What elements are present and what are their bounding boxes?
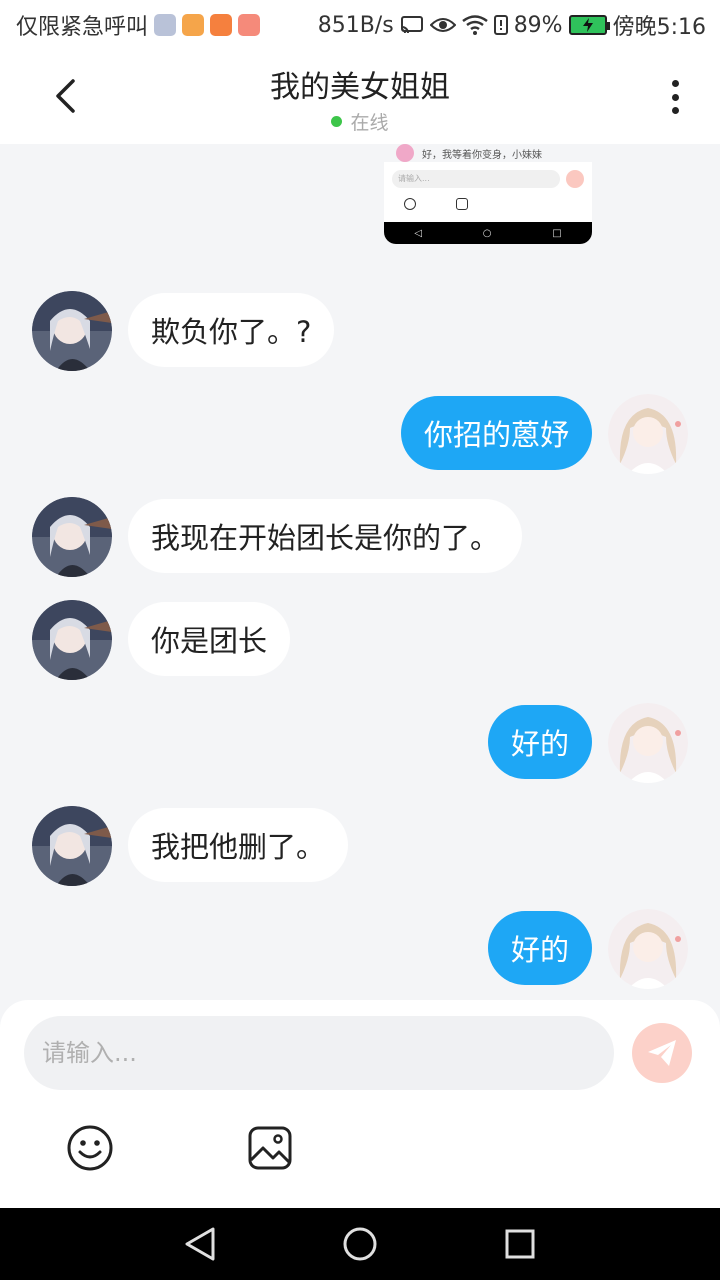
thumb-nav-bar: ◁ ○ □: [384, 222, 592, 244]
circle-home-icon: [343, 1227, 377, 1261]
contact-avatar[interactable]: [32, 806, 112, 886]
cat-app-icon: [238, 14, 261, 36]
online-dot: [331, 116, 343, 127]
message-row: 好的: [0, 909, 720, 989]
more-dot-icon: [671, 80, 679, 87]
thumb-emoji-icon: [404, 198, 416, 210]
battery-percent: 89%: [513, 12, 563, 38]
message-row: 我把他删了。: [0, 806, 720, 886]
shield-app-icon: [154, 14, 177, 36]
thumb-home-icon: ○: [482, 227, 492, 239]
thumb-send-icon: [566, 170, 584, 188]
message-bubble[interactable]: 你是团长: [128, 602, 291, 676]
wifi-icon: [461, 15, 488, 35]
grid-app-icon: [210, 14, 233, 36]
message-bubble[interactable]: 欺负你了。?: [128, 293, 335, 367]
contact-avatar[interactable]: [32, 600, 112, 680]
contact-avatar[interactable]: [32, 291, 112, 371]
send-button[interactable]: [632, 1023, 692, 1083]
emoji-button[interactable]: [66, 1124, 114, 1172]
cast-icon: [400, 15, 424, 35]
thumb-back-icon: ◁: [414, 227, 423, 239]
status-right: 851B/s 89% 傍晚5:16: [318, 9, 706, 41]
chat-header: 我的美女姐姐 在线: [0, 50, 720, 144]
nav-home-button[interactable]: [340, 1224, 380, 1264]
contact-avatar[interactable]: [32, 497, 112, 577]
video-app-icon: [182, 14, 205, 36]
network-speed: 851B/s: [317, 12, 394, 38]
carrier-text: 仅限紧急呼叫: [16, 15, 149, 40]
message-row: 你是团长: [0, 600, 720, 680]
triangle-back-icon: [185, 1227, 215, 1261]
message-bubble[interactable]: 你招的蒽妤: [400, 396, 592, 470]
user-avatar[interactable]: [608, 394, 688, 474]
title-wrap: 我的美女姐姐 在线: [0, 62, 720, 135]
chat-title: 我的美女姐姐: [270, 70, 450, 105]
thumb-message-text: 好，我等着你变身，小妹妹: [422, 150, 542, 161]
image-message[interactable]: 好，我等着你变身，小妹妹 请输入... ◁ ○ □: [384, 144, 592, 244]
sim-alert-icon: [493, 15, 508, 35]
smiley-icon: [67, 1125, 113, 1171]
thumb-input: 请输入...: [392, 170, 560, 188]
user-avatar[interactable]: [608, 703, 688, 783]
thumb-avatar: [396, 144, 414, 162]
chat-messages[interactable]: 好，我等着你变身，小妹妹 请输入... ◁ ○ □ 欺负你了。? 你招的蒽妤 我…: [0, 144, 720, 1000]
more-dot-icon: [671, 93, 679, 101]
message-row: 欺负你了。?: [0, 291, 720, 371]
message-bubble[interactable]: 好的: [487, 911, 592, 985]
message-row: 我现在开始团长是你的了。: [0, 497, 720, 577]
image-icon: [248, 1126, 292, 1170]
clock: 傍晚5:16: [612, 15, 706, 40]
message-row: 你招的蒽妤: [0, 394, 720, 474]
message-input[interactable]: [24, 1016, 614, 1090]
system-nav-bar: [0, 1208, 720, 1280]
status-bar: 仅限紧急呼叫 851B/s 89% 傍晚5:16: [0, 0, 720, 50]
image-button[interactable]: [246, 1124, 294, 1172]
user-avatar[interactable]: [608, 909, 688, 989]
more-options-button[interactable]: [660, 74, 690, 120]
eye-icon: [429, 16, 456, 34]
online-label: 在线: [350, 112, 389, 134]
send-icon: [648, 1040, 676, 1066]
status-left: 仅限紧急呼叫: [16, 9, 261, 41]
message-row: 好的: [0, 703, 720, 783]
thumb-recent-icon: □: [552, 227, 562, 239]
nav-recents-button[interactable]: [500, 1224, 540, 1264]
more-dot-icon: [671, 107, 679, 114]
nav-back-button[interactable]: [180, 1224, 220, 1264]
message-bubble[interactable]: 好的: [487, 705, 592, 779]
battery-icon: [568, 15, 610, 35]
online-status: 在线: [0, 108, 720, 135]
message-bubble[interactable]: 我现在开始团长是你的了。: [128, 499, 523, 573]
square-recents-icon: [505, 1229, 535, 1259]
input-panel: [0, 1000, 720, 1208]
message-bubble[interactable]: 我把他删了。: [128, 808, 349, 882]
thumb-image-icon: [456, 198, 468, 210]
